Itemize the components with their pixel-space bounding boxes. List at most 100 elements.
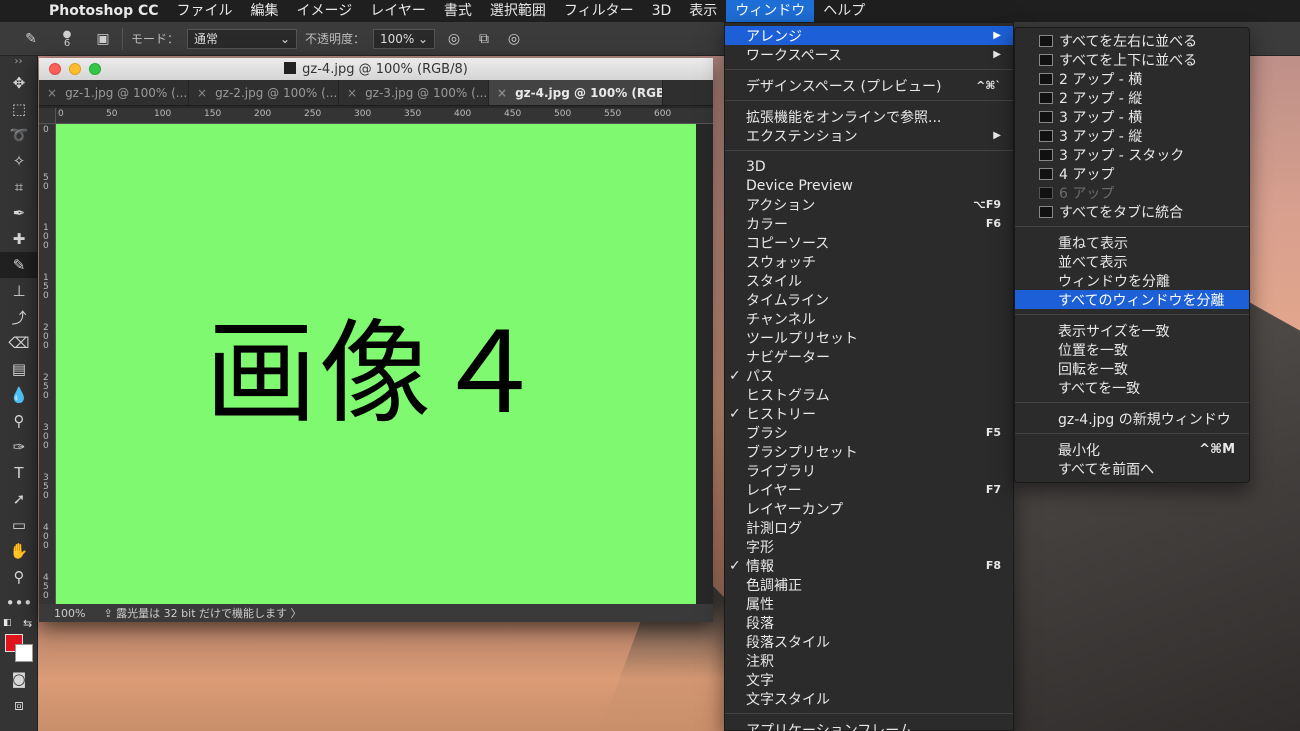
pen-tool-icon[interactable]: ✑ xyxy=(0,434,38,460)
background-color-swatch[interactable] xyxy=(15,644,33,662)
menu-app-name[interactable]: Photoshop CC xyxy=(40,0,168,22)
menu-item-navigator[interactable]: ナビゲーター xyxy=(725,347,1013,366)
menu-item-3d[interactable]: 3D xyxy=(725,157,1013,176)
close-icon[interactable]: × xyxy=(347,86,357,100)
menu-image[interactable]: イメージ xyxy=(288,0,362,22)
menu-item-device-preview[interactable]: Device Preview xyxy=(725,176,1013,195)
brush-preset-picker[interactable]: ● 6 xyxy=(50,28,84,50)
menu-item-character-styles[interactable]: 文字スタイル xyxy=(725,689,1013,708)
menu-item-measurement-log[interactable]: 計測ログ xyxy=(725,518,1013,537)
menu-item-libraries[interactable]: ライブラリ xyxy=(725,461,1013,480)
menu-filter[interactable]: フィルター xyxy=(555,0,643,22)
arrange-3up-stacked[interactable]: 3 アップ - スタック xyxy=(1015,145,1249,164)
history-brush-tool-icon[interactable]: ⤴ xyxy=(0,304,38,330)
menu-item-layer-comps[interactable]: レイヤーカンプ xyxy=(725,499,1013,518)
menu-item-swatches[interactable]: スウォッチ xyxy=(725,252,1013,271)
menu-item-color[interactable]: カラー F6 xyxy=(725,214,1013,233)
arrange-minimize[interactable]: 最小化 ^⌘M xyxy=(1015,440,1249,459)
document-tab[interactable]: × gz-1.jpg @ 100% (... xyxy=(39,80,189,105)
arrange-tile[interactable]: 並べて表示 xyxy=(1015,252,1249,271)
type-tool-icon[interactable]: T xyxy=(0,460,38,486)
blur-tool-icon[interactable]: 💧 xyxy=(0,382,38,408)
menu-type[interactable]: 書式 xyxy=(435,0,481,22)
menu-item-brush[interactable]: ブラシ F5 xyxy=(725,423,1013,442)
arrange-3up-horizontal[interactable]: 3 アップ - 横 xyxy=(1015,107,1249,126)
arrange-float-in-window[interactable]: ウィンドウを分離 xyxy=(1015,271,1249,290)
close-icon[interactable]: × xyxy=(197,86,207,100)
menu-item-properties[interactable]: 属性 xyxy=(725,594,1013,613)
more-tools-icon[interactable]: ••• xyxy=(0,590,38,616)
menu-item-adjustments[interactable]: 色調補正 xyxy=(725,575,1013,594)
swap-colors-icon[interactable]: ⇆ xyxy=(23,617,32,630)
menu-item-paragraph[interactable]: 段落 xyxy=(725,613,1013,632)
menu-item-channels[interactable]: チャンネル xyxy=(725,309,1013,328)
arrange-cascade[interactable]: 重ねて表示 xyxy=(1015,233,1249,252)
menu-item-clone-source[interactable]: コピーソース xyxy=(725,233,1013,252)
arrange-tile-vertical[interactable]: すべてを左右に並べる xyxy=(1015,31,1249,50)
menu-item-actions[interactable]: アクション ⌥F9 xyxy=(725,195,1013,214)
quick-mask-icon[interactable]: ◙ xyxy=(0,666,38,692)
lasso-tool-icon[interactable]: ➰ xyxy=(0,122,38,148)
arrange-match-all[interactable]: すべてを一致 xyxy=(1015,378,1249,397)
zoom-level[interactable]: 100% xyxy=(54,607,85,620)
eraser-tool-icon[interactable]: ⌫ xyxy=(0,330,38,356)
menu-item-glyphs[interactable]: 字形 xyxy=(725,537,1013,556)
pencil-tool-icon[interactable]: ✎ xyxy=(0,252,38,278)
path-selection-tool-icon[interactable]: ➚ xyxy=(0,486,38,512)
panel-grip-icon[interactable]: ›› xyxy=(0,56,37,70)
menu-item-extensions[interactable]: エクステンション ▶ xyxy=(725,126,1013,145)
menu-item-application-frame[interactable]: アプリケーションフレーム xyxy=(725,720,1013,731)
pencil-tool-icon[interactable]: ✎ xyxy=(20,28,42,50)
arrange-match-zoom[interactable]: 表示サイズを一致 xyxy=(1015,321,1249,340)
marquee-tool-icon[interactable]: ⬚ xyxy=(0,96,38,122)
menu-item-character[interactable]: 文字 xyxy=(725,670,1013,689)
menu-item-workspace[interactable]: ワークスペース ▶ xyxy=(725,45,1013,64)
canvas-area[interactable]: 画像４ xyxy=(56,124,713,604)
menu-window[interactable]: ウィンドウ xyxy=(726,0,815,22)
screen-mode-icon[interactable]: ⧈ xyxy=(0,692,38,718)
default-colors-icon[interactable]: ◧ xyxy=(3,618,12,628)
arrange-2up-horizontal[interactable]: 2 アップ - 横 xyxy=(1015,69,1249,88)
magic-wand-tool-icon[interactable]: ✧ xyxy=(0,148,38,174)
close-icon[interactable]: × xyxy=(47,86,57,100)
pressure-size-icon[interactable]: ◎ xyxy=(503,28,525,50)
horizontal-ruler[interactable]: 0 50 100 150 200 250 300 350 400 450 500… xyxy=(56,108,713,124)
menu-item-brush-presets[interactable]: ブラシプリセット xyxy=(725,442,1013,461)
arrange-4up[interactable]: 4 アップ xyxy=(1015,164,1249,183)
menu-item-paths[interactable]: ✓ パス xyxy=(725,366,1013,385)
arrange-3up-vertical[interactable]: 3 アップ - 縦 xyxy=(1015,126,1249,145)
menu-item-tool-presets[interactable]: ツールプリセット xyxy=(725,328,1013,347)
menu-layer[interactable]: レイヤー xyxy=(361,0,435,22)
vertical-ruler[interactable]: 0 50 100 150 200 250 300 350 400 450 xyxy=(39,124,56,604)
brush-panel-toggle-icon[interactable]: ▣ xyxy=(92,28,114,50)
eyedropper-tool-icon[interactable]: ✒ xyxy=(0,200,38,226)
menu-item-notes[interactable]: 注釈 xyxy=(725,651,1013,670)
hand-tool-icon[interactable]: ✋ xyxy=(0,538,38,564)
zoom-tool-icon[interactable]: ⚲ xyxy=(0,564,38,590)
image-canvas[interactable]: 画像４ xyxy=(56,124,696,604)
crop-tool-icon[interactable]: ⌗ xyxy=(0,174,38,200)
pressure-opacity-icon[interactable]: ◎ xyxy=(443,28,465,50)
menu-edit[interactable]: 編集 xyxy=(242,0,288,22)
menu-file[interactable]: ファイル xyxy=(168,0,242,22)
arrange-float-all-windows[interactable]: すべてのウィンドウを分離 xyxy=(1015,290,1249,309)
opacity-field[interactable]: 100% ⌄ xyxy=(373,28,436,49)
arrange-match-rotation[interactable]: 回転を一致 xyxy=(1015,359,1249,378)
menu-item-info[interactable]: ✓ 情報 F8 xyxy=(725,556,1013,575)
arrange-new-window[interactable]: gz-4.jpg の新規ウィンドウ xyxy=(1015,409,1249,428)
move-tool-icon[interactable]: ✥ xyxy=(0,70,38,96)
menu-view[interactable]: 表示 xyxy=(680,0,726,22)
auto-erase-icon[interactable]: ⧉ xyxy=(473,28,495,50)
menu-help[interactable]: ヘルプ xyxy=(814,0,874,22)
document-tab[interactable]: × gz-3.jpg @ 100% (... xyxy=(339,80,489,105)
gradient-tool-icon[interactable]: ▤ xyxy=(0,356,38,382)
menu-item-layers[interactable]: レイヤー F7 xyxy=(725,480,1013,499)
arrange-consolidate-tabs[interactable]: すべてをタブに統合 xyxy=(1015,202,1249,221)
menu-3d[interactable]: 3D xyxy=(643,0,681,22)
ruler-origin[interactable] xyxy=(39,108,56,124)
menu-item-histogram[interactable]: ヒストグラム xyxy=(725,385,1013,404)
arrange-bring-all-to-front[interactable]: すべてを前面へ xyxy=(1015,459,1249,478)
arrange-match-location[interactable]: 位置を一致 xyxy=(1015,340,1249,359)
menu-select[interactable]: 選択範囲 xyxy=(481,0,555,22)
status-info[interactable]: ⇪ 露光量は 32 bit だけで機能します 〉 xyxy=(103,605,301,621)
